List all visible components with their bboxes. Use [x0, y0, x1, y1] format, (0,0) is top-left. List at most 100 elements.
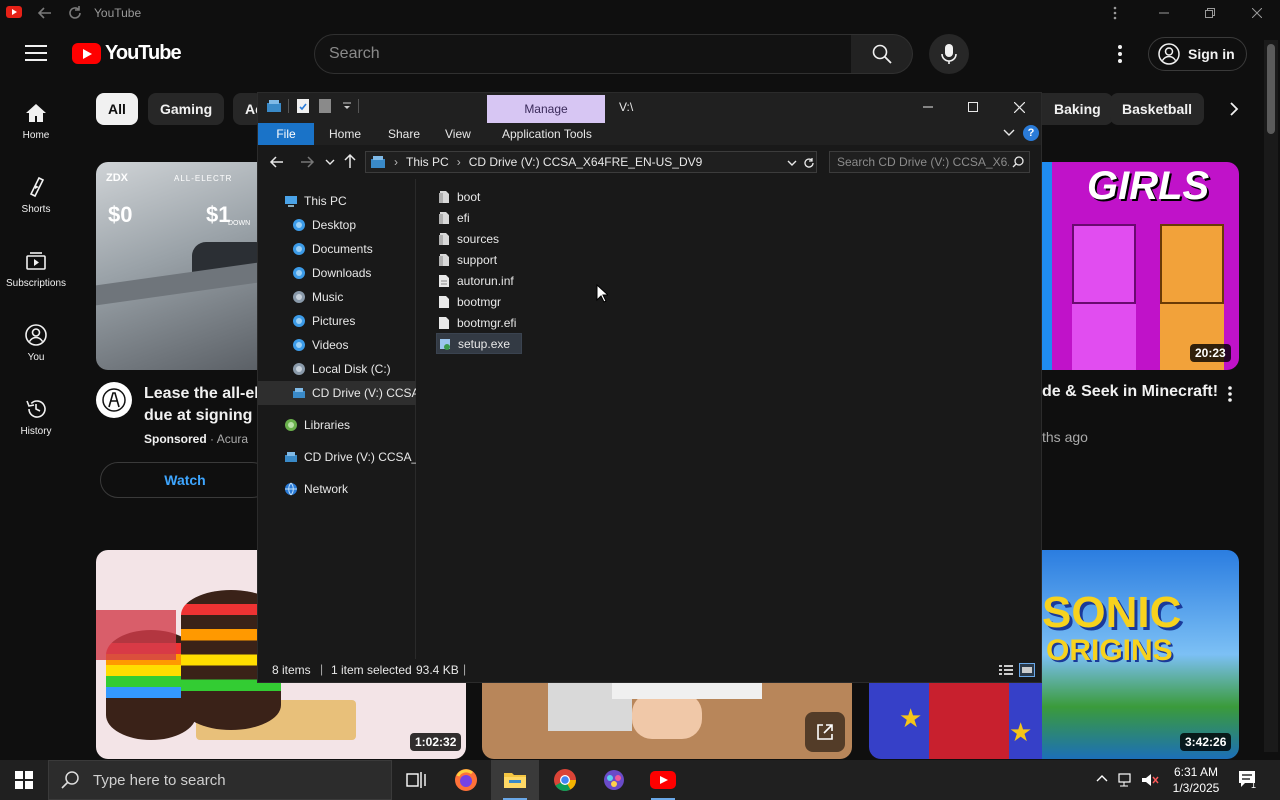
- scrollbar-thumb[interactable]: [1267, 44, 1275, 134]
- help-icon[interactable]: ?: [1023, 125, 1039, 141]
- nav-music[interactable]: Music: [258, 285, 416, 309]
- nav-cd-drive[interactable]: CD Drive (V:) CCSA_: [258, 381, 416, 405]
- ribbon-expand-icon[interactable]: [1003, 128, 1015, 138]
- recent-locations-icon[interactable]: [325, 158, 335, 166]
- start-button[interactable]: [0, 760, 48, 800]
- file-item-bootmgr[interactable]: bootmgr: [436, 291, 503, 312]
- explorer-minimize-button[interactable]: [906, 93, 950, 121]
- chip-all[interactable]: All: [96, 93, 138, 125]
- sidebar-item-history[interactable]: History: [0, 388, 72, 462]
- chip-gaming[interactable]: Gaming: [148, 93, 225, 125]
- video-title[interactable]: de & Seek in Minecraft!: [1042, 383, 1218, 401]
- ribbon-tab-application-tools[interactable]: Application Tools: [490, 123, 604, 145]
- file-item-sources[interactable]: sources: [436, 228, 501, 249]
- file-item-efi[interactable]: efi: [436, 207, 472, 228]
- nav-back-icon[interactable]: [269, 154, 285, 170]
- hamburger-menu-icon[interactable]: [25, 44, 47, 62]
- manage-tab[interactable]: Manage: [487, 95, 605, 123]
- nav-this-pc[interactable]: This PC: [258, 189, 416, 213]
- breadcrumb-cd-drive[interactable]: CD Drive (V:) CCSA_X64FRE_EN-US_DV9: [469, 155, 703, 169]
- notifications-button[interactable]: 1: [1238, 770, 1258, 790]
- address-box[interactable]: › This PC › CD Drive (V:) CCSA_X64FRE_EN…: [365, 151, 817, 173]
- voice-search-button[interactable]: [929, 34, 969, 74]
- qat-dropdown-icon[interactable]: [342, 101, 352, 111]
- video-thumbnail-desk[interactable]: [482, 683, 852, 759]
- chip-basketball[interactable]: Basketball: [1110, 93, 1205, 125]
- sign-in-button[interactable]: Sign in: [1148, 37, 1247, 71]
- file-item-boot[interactable]: boot: [436, 186, 482, 207]
- explorer-search-box[interactable]: [829, 151, 1030, 173]
- explorer-search-input[interactable]: [837, 155, 1009, 169]
- nav-downloads[interactable]: Downloads: [258, 261, 416, 285]
- ribbon-tab-file[interactable]: File: [258, 123, 314, 145]
- ad-thumbnail[interactable]: ZDX ALL-ELECTR $0 $1 DOWN: [96, 162, 258, 370]
- nav-local-disk[interactable]: Local Disk (C:): [258, 357, 416, 381]
- details-view-icon[interactable]: [999, 664, 1013, 676]
- refresh-icon[interactable]: [803, 157, 815, 169]
- youtube-logo[interactable]: YouTube: [72, 42, 182, 65]
- taskbar-youtube[interactable]: [639, 760, 687, 800]
- video-thumbnail-minecraft[interactable]: GIRLS: [1042, 162, 1239, 370]
- nav-libraries[interactable]: Libraries: [258, 413, 416, 437]
- breadcrumb-this-pc[interactable]: This PC: [406, 155, 449, 169]
- network-status-icon[interactable]: [1118, 772, 1134, 788]
- page-scrollbar[interactable]: [1264, 40, 1278, 752]
- nav-pictures[interactable]: Pictures: [258, 309, 416, 333]
- nav-documents[interactable]: Documents: [258, 237, 416, 261]
- restore-button[interactable]: [1187, 0, 1233, 26]
- file-item-autorun[interactable]: autorun.inf: [436, 270, 516, 291]
- video-thumbnail-sonic[interactable]: SONIC ORIGINS: [1042, 550, 1239, 759]
- nav-videos[interactable]: Videos: [258, 333, 416, 357]
- sidebar-item-you[interactable]: You: [0, 314, 72, 388]
- explorer-maximize-button[interactable]: [951, 93, 995, 121]
- youtube-search-input[interactable]: [329, 44, 829, 64]
- chip-baking[interactable]: Baking: [1042, 93, 1113, 125]
- video-menu-icon[interactable]: [1224, 385, 1236, 403]
- nav-desktop[interactable]: Desktop: [258, 213, 416, 237]
- video-thumbnail-anime[interactable]: ★ ★: [869, 683, 1042, 759]
- taskbar-file-explorer[interactable]: [491, 760, 539, 800]
- nav-forward-icon[interactable]: [299, 154, 315, 170]
- taskbar-search-box[interactable]: Type here to search: [48, 760, 392, 800]
- watch-button[interactable]: Watch: [100, 462, 270, 498]
- nav-up-icon[interactable]: [343, 153, 357, 169]
- ribbon-tab-home[interactable]: Home: [317, 123, 373, 145]
- file-item-bootmgr-efi[interactable]: bootmgr.efi: [436, 312, 518, 333]
- youtube-search-box[interactable]: [314, 34, 852, 74]
- youtube-search-button[interactable]: [851, 34, 913, 74]
- close-button[interactable]: [1234, 0, 1280, 26]
- taskbar-chrome[interactable]: [541, 760, 589, 800]
- taskbar-clock[interactable]: 6:31 AM 1/3/2025: [1166, 764, 1226, 796]
- nav-label: Videos: [312, 338, 349, 352]
- show-hidden-icons[interactable]: [1096, 773, 1108, 783]
- taskbar-firefox[interactable]: [442, 760, 490, 800]
- more-menu-icon[interactable]: [1108, 6, 1122, 20]
- file-item-setup-exe[interactable]: setup.exe: [436, 333, 522, 354]
- file-explorer-window[interactable]: Manage V:\ File Home Share View Applicat…: [257, 92, 1042, 683]
- sidebar-item-subscriptions[interactable]: Subscriptions: [0, 240, 72, 314]
- address-dropdown-icon[interactable]: [787, 159, 797, 167]
- properties-icon[interactable]: [296, 98, 310, 114]
- settings-menu-icon[interactable]: [1112, 44, 1128, 64]
- nav-network[interactable]: Network: [258, 477, 416, 501]
- ribbon-tab-share[interactable]: Share: [376, 123, 432, 145]
- back-icon[interactable]: [36, 4, 54, 22]
- acura-avatar[interactable]: [96, 382, 132, 418]
- nav-label: Local Disk (C:): [312, 362, 391, 376]
- ribbon-tab-view[interactable]: View: [433, 123, 483, 145]
- sidebar-item-shorts[interactable]: Shorts: [0, 166, 72, 240]
- nav-cd-drive-root[interactable]: CD Drive (V:) CCSA_X: [258, 445, 416, 469]
- ad-title[interactable]: Lease the all-ele due at signing a: [144, 383, 268, 427]
- minimize-button[interactable]: [1141, 0, 1187, 26]
- chips-next-icon[interactable]: [1226, 101, 1242, 117]
- file-item-support[interactable]: support: [436, 249, 499, 270]
- reload-icon[interactable]: [66, 4, 84, 22]
- task-view-button[interactable]: [392, 760, 440, 800]
- volume-muted-icon[interactable]: [1141, 772, 1159, 788]
- taskbar-app-purple[interactable]: [590, 760, 638, 800]
- sidebar-item-home[interactable]: Home: [0, 92, 72, 166]
- large-icons-view-icon[interactable]: [1019, 663, 1035, 677]
- open-external-button[interactable]: [805, 712, 845, 752]
- new-folder-icon[interactable]: [318, 98, 332, 114]
- explorer-close-button[interactable]: [997, 93, 1041, 121]
